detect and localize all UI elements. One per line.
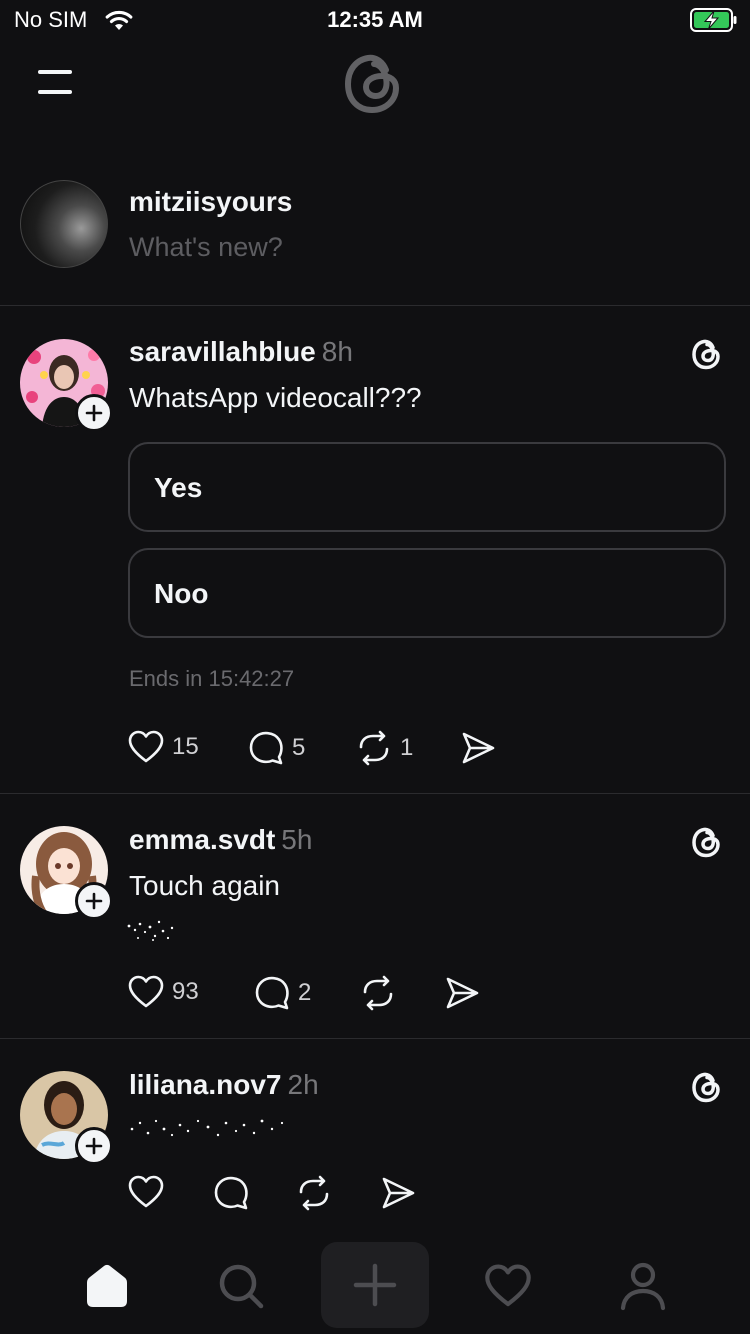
status-bar: No SIM 12:35 AM: [0, 0, 750, 40]
post-username[interactable]: liliana.nov7: [129, 1069, 282, 1100]
poll-option-noo[interactable]: Noo: [128, 548, 726, 638]
composer-username: mitziisyours: [129, 186, 293, 217]
reply-button[interactable]: [213, 1175, 249, 1211]
reply-button[interactable]: 5: [248, 730, 305, 766]
post-username[interactable]: saravillahblue: [129, 336, 316, 367]
reply-button[interactable]: 2: [254, 975, 311, 1011]
post-timestamp: 2h: [287, 1069, 319, 1100]
post-header: liliana.nov7 2h: [129, 1069, 319, 1101]
repost-button[interactable]: [360, 975, 396, 1011]
share-button[interactable]: [444, 975, 480, 1011]
like-button[interactable]: 15: [128, 730, 199, 764]
send-arrow-icon: [462, 732, 495, 764]
tab-activity[interactable]: [478, 1256, 538, 1316]
like-count: 15: [172, 733, 199, 760]
speech-bubble-icon: [214, 1176, 248, 1210]
thread-post[interactable]: emma.svdt 5h Touch again 93 2: [0, 794, 750, 1039]
like-button[interactable]: 93: [128, 975, 199, 1009]
threads-logo-icon: [690, 824, 724, 860]
post-timestamp: 5h: [281, 824, 313, 855]
plus-icon: [353, 1263, 397, 1307]
speech-bubble-icon: [249, 731, 283, 765]
post-text: WhatsApp videocall???: [129, 382, 422, 413]
heart-outline-icon: [128, 730, 164, 763]
like-button[interactable]: [128, 1175, 164, 1209]
repost-arrows-icon: [363, 975, 393, 1011]
threads-logo-icon: [690, 1069, 724, 1105]
tab-compose[interactable]: [321, 1242, 429, 1328]
poll-option-yes[interactable]: Yes: [128, 442, 726, 532]
post-timestamp: 8h: [321, 336, 353, 367]
thread-post[interactable]: saravillahblue 8h WhatsApp videocall??? Y…: [0, 306, 750, 794]
post-header: emma.svdt 5h: [129, 824, 312, 856]
follow-button[interactable]: [75, 882, 113, 920]
send-arrow-icon: [382, 1177, 415, 1209]
repost-arrows-icon: [299, 1175, 329, 1211]
tab-bar: [0, 1236, 750, 1334]
share-button[interactable]: [380, 1175, 416, 1211]
tab-profile[interactable]: [613, 1256, 673, 1316]
search-icon: [219, 1264, 264, 1309]
reply-count: 5: [292, 734, 306, 761]
home-filled-icon: [87, 1264, 127, 1307]
status-time: 12:35 AM: [327, 7, 423, 32]
post-username[interactable]: emma.svdt: [129, 824, 275, 855]
plus-icon: [85, 892, 103, 910]
heart-outline-icon: [128, 1175, 164, 1208]
heart-outline-icon: [485, 1264, 531, 1307]
share-button[interactable]: [460, 730, 496, 766]
person-outline-icon: [620, 1262, 666, 1311]
follow-button[interactable]: [75, 1127, 113, 1165]
poll-option-label: Noo: [154, 578, 209, 609]
repost-count: 1: [400, 734, 414, 761]
post-text: Touch again: [129, 870, 281, 901]
follow-button[interactable]: [75, 394, 113, 432]
sparkle-emoji: [126, 918, 176, 949]
hamburger-menu-icon[interactable]: [36, 66, 76, 98]
repost-arrows-icon: [359, 730, 389, 766]
threads-logo-icon[interactable]: [340, 48, 408, 118]
tab-home[interactable]: [77, 1256, 137, 1316]
thread-post[interactable]: liliana.nov7 2h: [0, 1039, 750, 1236]
repost-button[interactable]: [296, 1175, 332, 1211]
composer[interactable]: mitziisyours What's new?: [0, 170, 750, 306]
plus-icon: [85, 1137, 103, 1155]
battery-charging-icon: [690, 8, 738, 37]
composer-input[interactable]: What's new?: [129, 232, 283, 263]
send-arrow-icon: [446, 977, 479, 1009]
post-header: saravillahblue 8h: [129, 336, 353, 368]
plus-icon: [85, 404, 103, 422]
poll-status: Ends in 15:42:27: [129, 666, 295, 691]
avatar[interactable]: [20, 180, 108, 268]
like-count: 93: [172, 978, 199, 1005]
sparkle-emoji: [128, 1115, 288, 1148]
tab-search[interactable]: [211, 1256, 271, 1316]
speech-bubble-icon: [255, 976, 289, 1010]
threads-logo-icon: [690, 336, 724, 372]
heart-outline-icon: [128, 975, 164, 1008]
reply-count: 2: [298, 979, 312, 1006]
repost-button[interactable]: 1: [356, 730, 413, 766]
poll-option-label: Yes: [154, 472, 203, 503]
